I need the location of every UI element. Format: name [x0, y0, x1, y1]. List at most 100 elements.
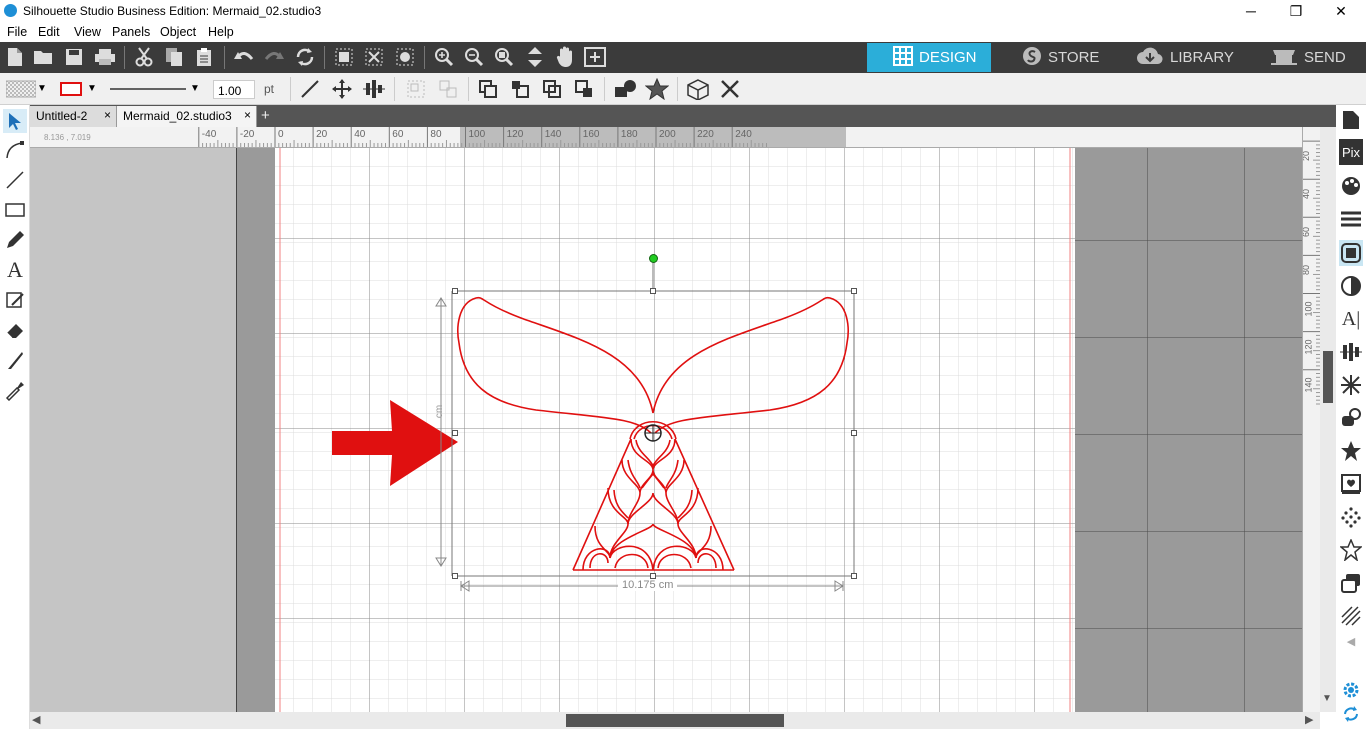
line-color-swatch[interactable]: [58, 81, 84, 97]
align-icon[interactable]: [362, 78, 386, 100]
send-backward-icon[interactable]: [540, 78, 564, 100]
settings-gear-icon[interactable]: [1339, 679, 1363, 701]
menu-object[interactable]: Object: [160, 25, 196, 39]
right-panels-bar: Pix A| ◀: [1336, 105, 1366, 729]
silhouette-logo-icon: [1022, 46, 1042, 70]
zoom-selection-icon[interactable]: [493, 46, 515, 68]
menu-edit[interactable]: Edit: [38, 25, 60, 39]
open-folder-icon[interactable]: [33, 46, 55, 68]
fill-panel-icon[interactable]: [1339, 173, 1363, 199]
close-tab-icon[interactable]: ×: [104, 108, 111, 122]
tab-library[interactable]: LIBRARY: [1126, 43, 1244, 72]
doc-tab-mermaid[interactable]: Mermaid_02.studio3 ×: [117, 106, 257, 127]
rectangle-tool-icon[interactable]: [3, 198, 27, 222]
tab-design[interactable]: DESIGN: [867, 43, 991, 72]
copy-icon[interactable]: [163, 46, 185, 68]
line-style-panel-icon[interactable]: [1339, 206, 1363, 232]
weld-icon[interactable]: [612, 78, 640, 100]
library-panel-icon[interactable]: [1339, 471, 1363, 497]
select-tool-icon[interactable]: [3, 109, 27, 133]
close-tab-icon[interactable]: ×: [244, 108, 251, 122]
text-style-panel-icon[interactable]: A|: [1339, 306, 1363, 332]
mermaid-tail-design[interactable]: [450, 288, 860, 578]
menu-file[interactable]: File: [7, 25, 27, 39]
fit-page-icon[interactable]: [583, 46, 607, 68]
select-by-color-icon[interactable]: [393, 46, 417, 68]
send-to-back-icon[interactable]: [572, 78, 596, 100]
maximize-button[interactable]: ❐: [1273, 1, 1319, 21]
deselect-icon[interactable]: [363, 46, 385, 68]
save-icon[interactable]: [63, 46, 85, 68]
move-icon[interactable]: [330, 78, 354, 100]
hand-pan-icon[interactable]: [553, 46, 577, 68]
menu-help[interactable]: Help: [208, 25, 234, 39]
offset-panel-icon[interactable]: [1339, 240, 1363, 266]
line-color-dropdown-arrow-icon[interactable]: ▼: [86, 81, 98, 95]
rhinestone-panel-icon[interactable]: [1339, 504, 1363, 530]
modify-panel-icon[interactable]: [1339, 405, 1363, 431]
sketch-pen-tool-icon[interactable]: [3, 288, 27, 312]
edit-points-tool-icon[interactable]: [3, 138, 27, 162]
new-document-icon[interactable]: [4, 46, 26, 68]
pixscan-icon[interactable]: Pix: [1339, 139, 1363, 165]
ungroup-icon[interactable]: [436, 78, 460, 100]
print-icon[interactable]: [93, 46, 117, 68]
doc-tab-untitled[interactable]: Untitled-2 ×: [30, 106, 117, 127]
line-width-input[interactable]: 1.00: [213, 80, 255, 99]
bring-forward-icon[interactable]: [508, 78, 532, 100]
zoom-in-icon[interactable]: [433, 46, 455, 68]
collapse-panel-arrow-icon[interactable]: ◀: [1339, 633, 1363, 649]
horizontal-scrollbar[interactable]: ◀ ▶: [30, 712, 1320, 729]
add-tab-button[interactable]: +: [261, 107, 275, 125]
fill-pattern-swatch[interactable]: [6, 79, 36, 99]
transform-panel-icon[interactable]: [1339, 339, 1363, 365]
select-all-icon[interactable]: [333, 46, 355, 68]
design-canvas[interactable]: 10.175 cm cm: [30, 148, 1302, 712]
redo-icon[interactable]: [263, 46, 285, 68]
zoom-out-icon[interactable]: [463, 46, 485, 68]
line-tool-icon[interactable]: [298, 78, 322, 100]
undo-icon[interactable]: [233, 46, 255, 68]
contrast-panel-icon[interactable]: [1339, 273, 1363, 299]
close-window-button[interactable]: ✕: [1318, 1, 1364, 21]
ruler-label: 0: [278, 129, 284, 140]
pencil-tool-icon[interactable]: [3, 228, 27, 252]
scroll-right-arrow-icon[interactable]: ▶: [1305, 713, 1313, 726]
vertical-scroll-thumb[interactable]: [1323, 351, 1333, 403]
menu-view[interactable]: View: [74, 25, 101, 39]
rotate-handle[interactable]: [649, 254, 658, 263]
fill-dropdown-arrow-icon[interactable]: ▼: [36, 81, 48, 95]
scroll-left-arrow-icon[interactable]: ◀: [32, 713, 40, 726]
replicate-panel-icon[interactable]: [1339, 372, 1363, 398]
group-icon[interactable]: [404, 78, 428, 100]
scroll-down-arrow-icon[interactable]: ▼: [1322, 693, 1332, 704]
line-style-selector[interactable]: [110, 81, 186, 97]
star-outline-panel-icon[interactable]: [1339, 537, 1363, 563]
page-setup-icon[interactable]: [1339, 107, 1363, 133]
eyedropper-tool-icon[interactable]: [3, 378, 27, 402]
eraser-tool-icon[interactable]: [3, 318, 27, 342]
sketch-panel-icon[interactable]: [1339, 603, 1363, 629]
line-style-dropdown-arrow-icon[interactable]: ▼: [188, 81, 202, 95]
refresh-icon[interactable]: [293, 46, 317, 68]
delete-icon[interactable]: [718, 78, 742, 100]
vertical-scrollbar[interactable]: ▼: [1320, 127, 1336, 712]
tab-send[interactable]: SEND: [1256, 43, 1364, 72]
layers-panel-icon[interactable]: [1339, 570, 1363, 596]
cut-icon[interactable]: [133, 46, 155, 68]
menu-panels[interactable]: Panels: [112, 25, 150, 39]
trace-panel-icon[interactable]: [1339, 438, 1363, 464]
tab-store[interactable]: STORE: [1000, 43, 1116, 72]
knife-tool-icon[interactable]: [3, 348, 27, 372]
replicate-icon[interactable]: [684, 78, 712, 100]
pan-down-icon[interactable]: [523, 46, 547, 68]
minimize-button[interactable]: ─: [1228, 1, 1274, 21]
ruler-label: 240: [735, 129, 752, 140]
bring-to-front-icon[interactable]: [476, 78, 500, 100]
text-tool-icon[interactable]: A: [3, 257, 27, 283]
sync-icon[interactable]: [1339, 703, 1363, 725]
star-shape-icon[interactable]: [644, 78, 670, 100]
horizontal-scroll-thumb[interactable]: [566, 714, 784, 727]
line-draw-tool-icon[interactable]: [3, 168, 27, 192]
paste-icon[interactable]: [193, 46, 215, 68]
